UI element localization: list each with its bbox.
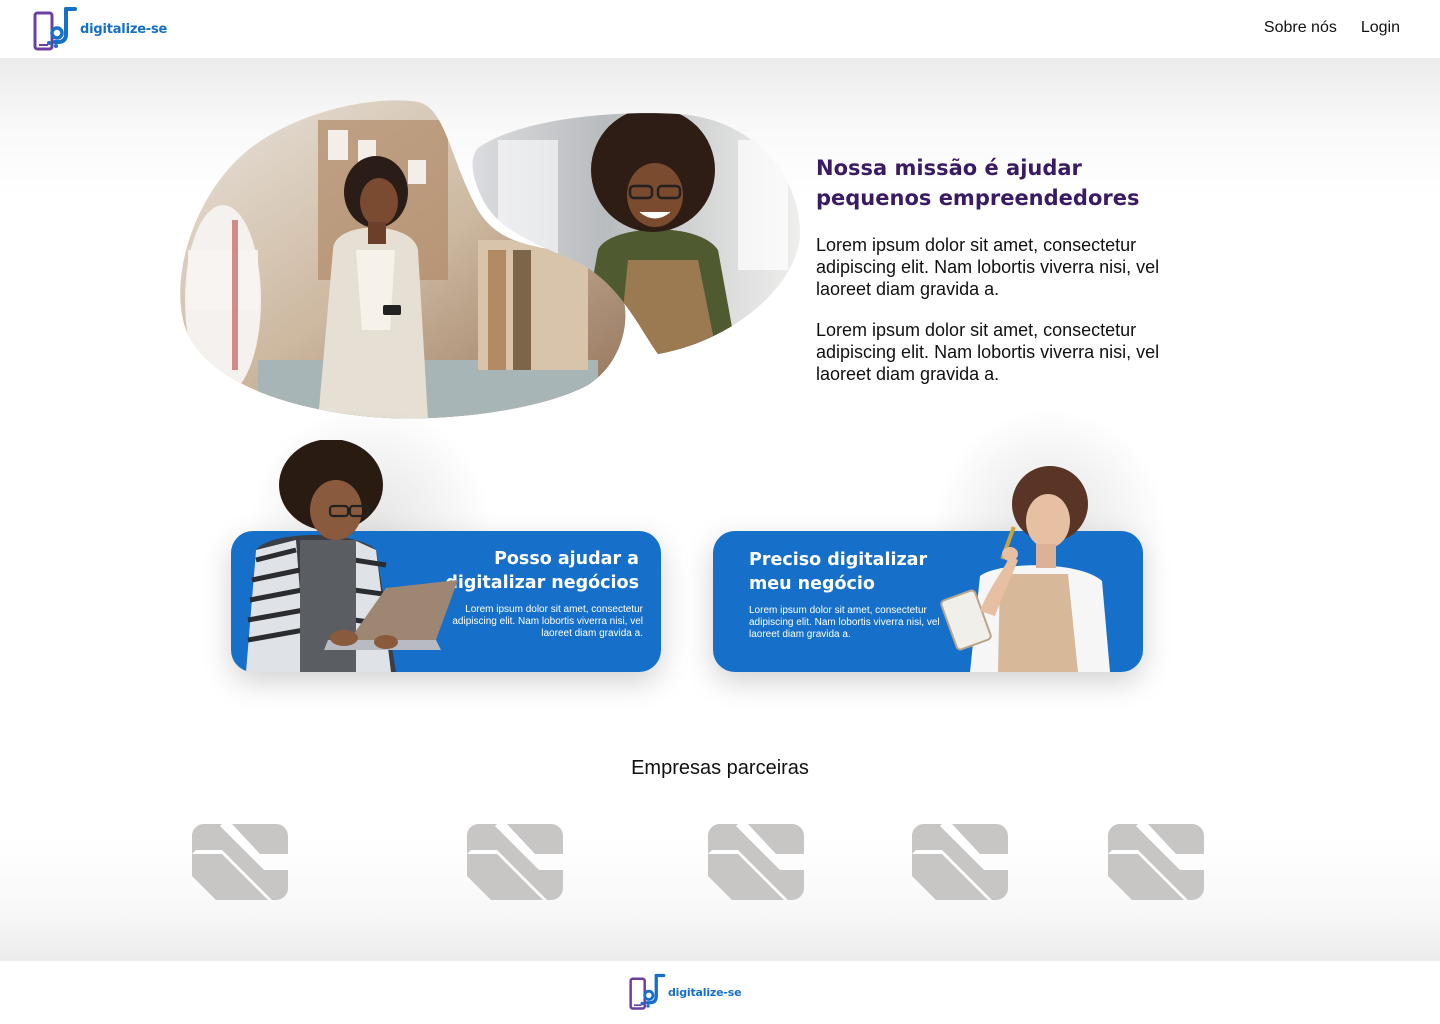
header-logo[interactable]: digitalize-se [33,6,167,52]
nav-link-login[interactable]: Login [1361,19,1400,37]
digitalize-se-logo-icon [33,7,77,51]
partners-title: Empresas parceiras [631,757,809,779]
partner-logo-placeholder-icon [708,824,804,900]
partner-logo-placeholder-icon [1108,824,1204,900]
main-nav: Sobre nós Login [1264,19,1400,37]
nav-link-sobre-nos[interactable]: Sobre nós [1264,19,1337,37]
mission-paragraph-1: Lorem ipsum dolor sit amet, consectetur … [816,235,1160,299]
woman-with-notepad-photo [940,466,1110,672]
card-need-title: Preciso digitalizar meu negócio [749,550,928,594]
footer-logo[interactable]: digitalize-se [629,971,742,1013]
mission-paragraph-2: Lorem ipsum dolor sit amet, consectetur … [816,320,1160,384]
card-help-text: Lorem ipsum dolor sit amet, consectetur … [452,604,643,639]
mission-title: Nossa missão é ajudar pequenos empreende… [816,156,1140,210]
partner-logo-placeholder-icon [467,824,563,900]
man-with-laptop-photo [246,440,458,672]
card-need-text: Lorem ipsum dolor sit amet, consectetur … [749,605,940,640]
digitalize-se-logo-icon [629,973,666,1010]
footer-logo-wordmark: digitalize-se [668,985,742,999]
site-footer: digitalize-se [0,961,1440,1024]
partner-logo-placeholder-icon [912,824,1008,900]
site-header: digitalize-se Sobre nós Login [0,0,1440,58]
hero-photos-illustration [180,100,800,419]
partner-logo-placeholder-icon [192,824,288,900]
logo-wordmark: digitalize-se [80,21,168,37]
